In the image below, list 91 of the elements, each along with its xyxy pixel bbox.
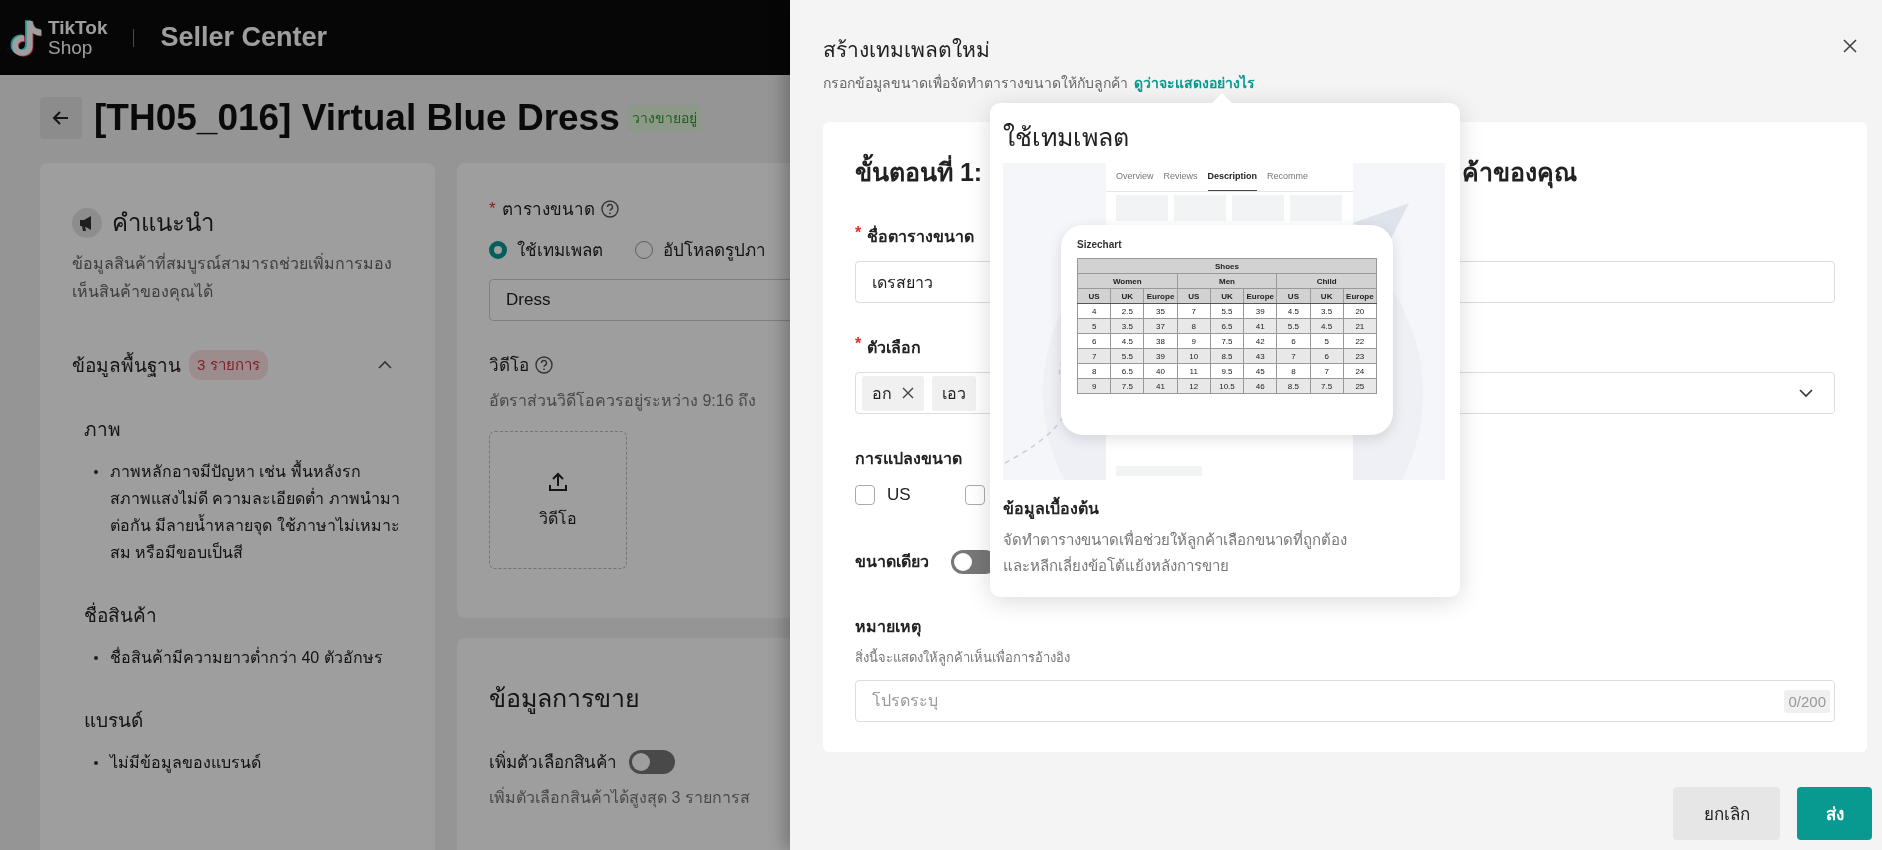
group-title: แบรนด์ (84, 709, 144, 733)
variants-hint: เพิ่มตัวเลือกสินค้าได้สูงสุด 3 รายการส (489, 786, 751, 810)
required-mark: * (855, 224, 862, 243)
preview-tab-label: Overview (1116, 171, 1154, 183)
table-cell: 11 (1177, 363, 1211, 379)
tips-title: คำแนะนำ (112, 208, 214, 238)
table-cell: 4.5 (1276, 303, 1311, 319)
preview-tab-label: Description (1207, 171, 1258, 191)
music-note-icon (8, 18, 42, 57)
table-cell: 7 (1177, 303, 1211, 319)
table-cell: 6 (1276, 333, 1311, 349)
character-counter: 0/200 (1784, 689, 1830, 713)
option-tag[interactable]: เอว (932, 375, 976, 411)
table-cell: 5 (1310, 333, 1344, 349)
checkbox-label: US (887, 485, 911, 505)
radio-option[interactable]: ใช้เทมเพลต (489, 236, 603, 263)
cancel-button[interactable]: ยกเลิก (1673, 787, 1780, 840)
table-cell: 40 (1143, 363, 1178, 379)
table-cell: 42 (1243, 333, 1277, 349)
section-title: ข้อมูลการขาย (489, 683, 641, 716)
checkbox[interactable] (964, 485, 985, 505)
field-label: ตารางขนาด (501, 199, 595, 221)
popover-title: ใช้เทมเพลต (1003, 122, 1130, 153)
field-label: วิดีโอ (489, 354, 529, 377)
required-mark: * (855, 335, 862, 354)
table-cell: Shoes (1077, 258, 1377, 274)
back-button[interactable] (40, 97, 82, 139)
megaphone-icon (72, 207, 102, 238)
info-title: ข้อมูลเบื้องต้น (1003, 496, 1447, 521)
table-cell: 39 (1243, 303, 1277, 319)
table-cell: 38 (1143, 333, 1178, 349)
field-label: หมายเหตุ (855, 617, 922, 639)
table-cell: 6.5 (1110, 363, 1144, 379)
table-cell: 2.5 (1110, 303, 1144, 319)
checkbox[interactable] (855, 485, 875, 505)
help-icon[interactable] (600, 199, 619, 218)
table-cell: 5.5 (1210, 303, 1244, 319)
submit-button[interactable]: ส่ง (1797, 787, 1872, 840)
field-label: ตัวเลือก (867, 338, 922, 358)
field-label: ชื่อตารางขนาด (867, 224, 975, 249)
product-name: Seller Center (160, 22, 328, 53)
count-badge: 3 รายการ (189, 350, 268, 380)
table-cell: 4 (1077, 303, 1111, 319)
option-tag[interactable]: อก (862, 375, 924, 411)
remove-icon[interactable] (902, 387, 914, 399)
close-icon[interactable] (1842, 38, 1858, 54)
table-cell: 22 (1343, 333, 1377, 349)
tip-text: ภาพหลักอาจมีปัญหา เช่น พื้นหลังรก สภาพแสงไม่ดี ความละเอียดต่ำ ภาพนำมาต่อกัน มีลายน้ำหลายจุด ใช้ภาษาไม่เหมาะสม หรือมีขอบเป็นสี (110, 458, 403, 566)
step-title: ค้าของคุณ (1462, 152, 1577, 192)
table-cell: 20 (1343, 303, 1377, 319)
table-cell: 35 (1143, 303, 1178, 319)
status-badge: วางขายอยู่ (627, 105, 701, 131)
group-title: ชื่อสินค้า (84, 600, 403, 630)
toggle-switch[interactable] (629, 749, 675, 774)
template-select[interactable]: Dress (489, 279, 790, 321)
table-cell: 8 (1276, 363, 1311, 379)
table-cell: 7 (1310, 363, 1344, 379)
note-input[interactable]: โปรดระบุ (872, 692, 1785, 710)
section-title: ข้อมูลพื้นฐาน (72, 350, 181, 380)
table-cell: 45 (1243, 363, 1277, 379)
required-mark: * (489, 198, 496, 219)
help-icon[interactable] (535, 355, 553, 374)
table-cell: 24 (1343, 363, 1377, 379)
table-cell: 3.5 (1310, 303, 1344, 319)
tips-description: ข้อมูลสินค้าที่สมบูรณ์สามารถช่วยเพิ่มการมองเห็นสินค้าของคุณได้ (72, 252, 393, 304)
table-cell: 6 (1077, 333, 1111, 349)
step-title: ขั้นตอนที่ 1: (855, 152, 983, 192)
tip-text: ชื่อสินค้ามีความยาวต่ำกว่า 40 ตัวอักษร (110, 646, 383, 668)
table-cell: 7.5 (1210, 333, 1244, 349)
table-cell: 8 (1077, 363, 1111, 379)
field-label: การแปลงขนาด (855, 449, 962, 469)
drawer-subtitle: กรอกข้อมูลขนาดเพื่อจัดทำตารางขนาดให้กับลูกค้า (823, 75, 1128, 91)
logo-text: Shop (48, 37, 94, 58)
table-cell: 9 (1177, 333, 1211, 349)
table-cell: 9.5 (1210, 363, 1244, 379)
info-text: จัดทำตารางขนาดเพื่อช่วยให้ลูกค้าเลือกขนาดที่ถูกต้องและหลีกเลี่ยงข้อโต้แย้งหลังการขาย (1003, 529, 1348, 576)
sizechart-title: Sizechart (1077, 239, 1123, 250)
group-title: ภาพ (84, 418, 122, 442)
logo-text: TikTok (48, 17, 108, 38)
video-upload[interactable]: วิดีโอ (489, 431, 627, 569)
drawer-title: สร้างเทมเพลตใหม่ (823, 37, 990, 63)
field-hint: สิ่งนี้จะแสดงให้ลูกค้าเห็นเพื่อการอ้างอิง (855, 647, 1071, 668)
field-label: เพิ่มตัวเลือกสินค้า (489, 748, 617, 775)
tip-text: ไม่มีข้อมูลของแบรนด์ (110, 752, 261, 775)
field-label: ขนาดเดียว (855, 552, 929, 572)
preview-tab-label: Reviews (1163, 171, 1198, 183)
radio-option[interactable]: อัปโหลดรูปภา (635, 236, 766, 263)
preview-tab-label: Recomme (1267, 171, 1309, 183)
video-hint: อัตราส่วนวิดีโอควรอยู่ระหว่าง 9:16 ถึง (489, 390, 758, 413)
table-cell: 4.5 (1110, 333, 1144, 349)
product-title: [TH05_016] Virtual Blue Dress (94, 97, 620, 139)
